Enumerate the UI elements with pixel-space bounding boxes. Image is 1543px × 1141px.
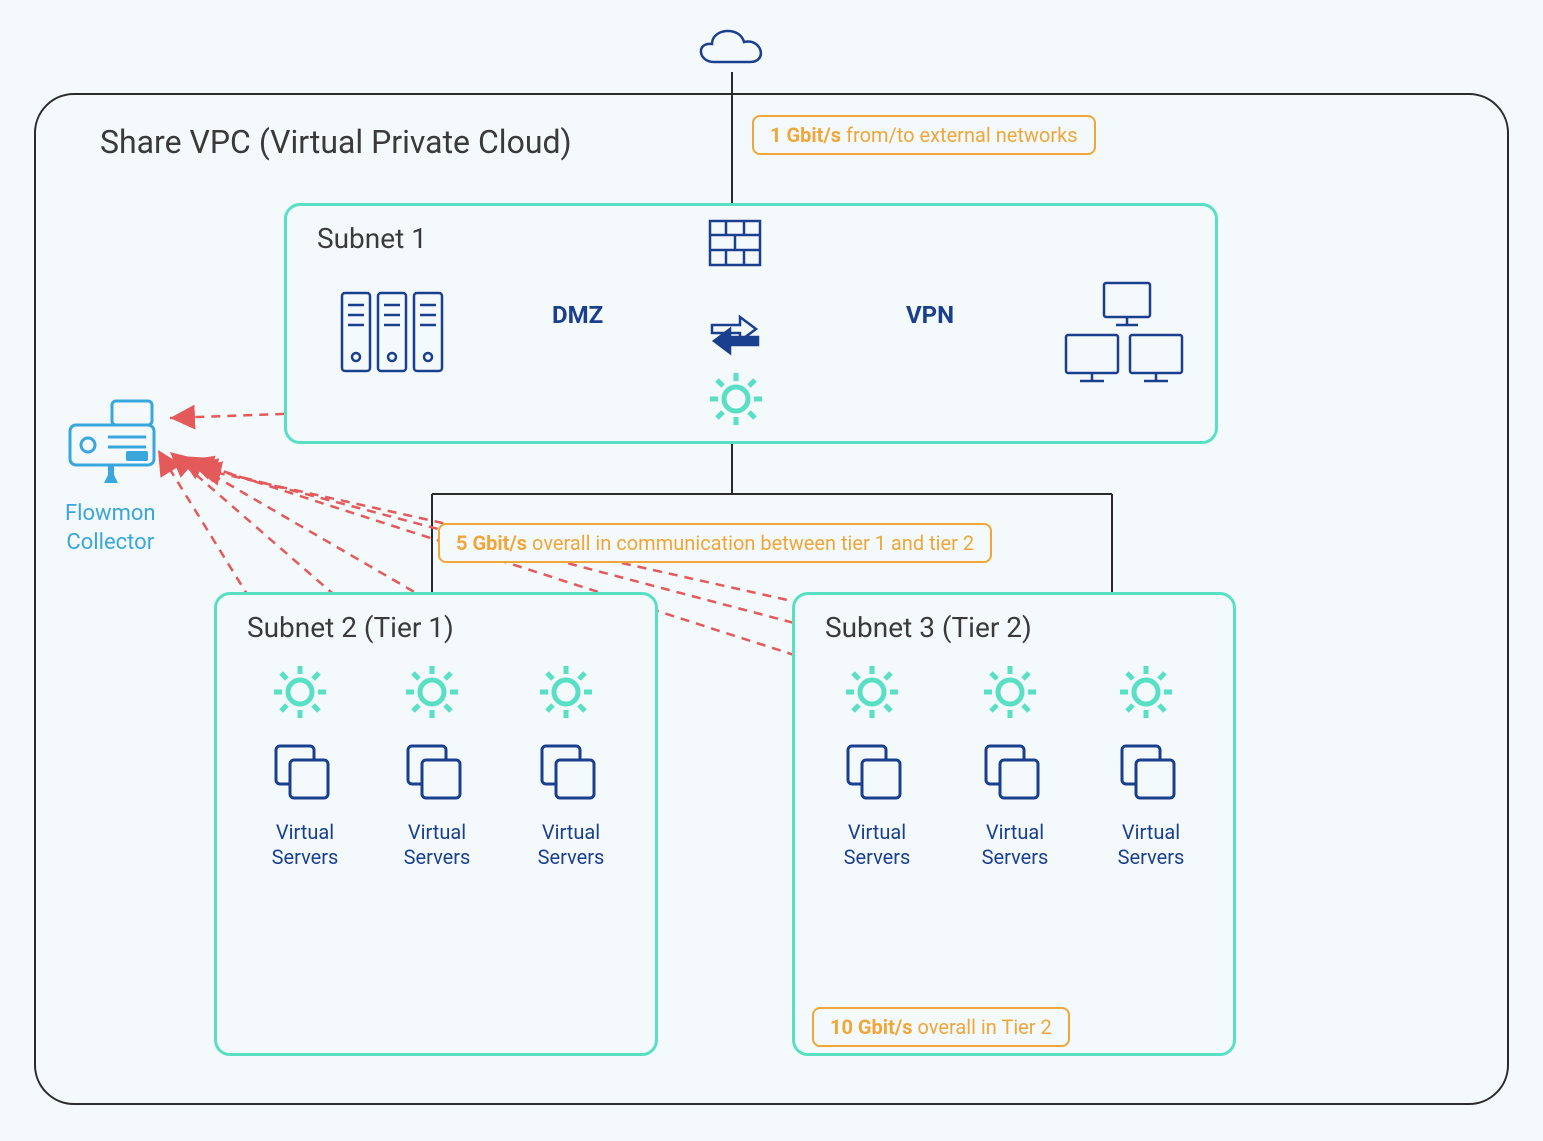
vs-label: VirtualServers — [270, 820, 340, 870]
collector-icon — [64, 395, 164, 485]
subnet1-box: Subnet 1 — [284, 203, 1218, 444]
vs-label: VirtualServers — [536, 820, 606, 870]
subnet2-title: Subnet 2 (Tier 1) — [247, 611, 454, 644]
vs-label: VirtualServers — [1116, 820, 1186, 870]
callout-tiers: 5 Gbit/s overall in communication betwee… — [438, 523, 992, 563]
vs-label: VirtualServers — [842, 820, 912, 870]
vpn-label: VPN — [906, 301, 954, 329]
dmz-label: DMZ — [552, 301, 603, 329]
vs-label: VirtualServers — [402, 820, 472, 870]
vpc-title: Share VPC (Virtual Private Cloud) — [100, 123, 572, 161]
callout-external: 1 Gbit/s from/to external networks — [752, 115, 1096, 155]
subnet1-title: Subnet 1 — [317, 222, 427, 255]
callout-tier2: 10 Gbit/s overall in Tier 2 — [812, 1007, 1070, 1047]
vpc-container: Share VPC (Virtual Private Cloud) 1 Gbit… — [34, 93, 1509, 1105]
vs-label: VirtualServers — [980, 820, 1050, 870]
cloud-icon — [688, 18, 778, 78]
subnet3-title: Subnet 3 (Tier 2) — [825, 611, 1032, 644]
collector-label: Flowmon Collector — [65, 500, 156, 557]
